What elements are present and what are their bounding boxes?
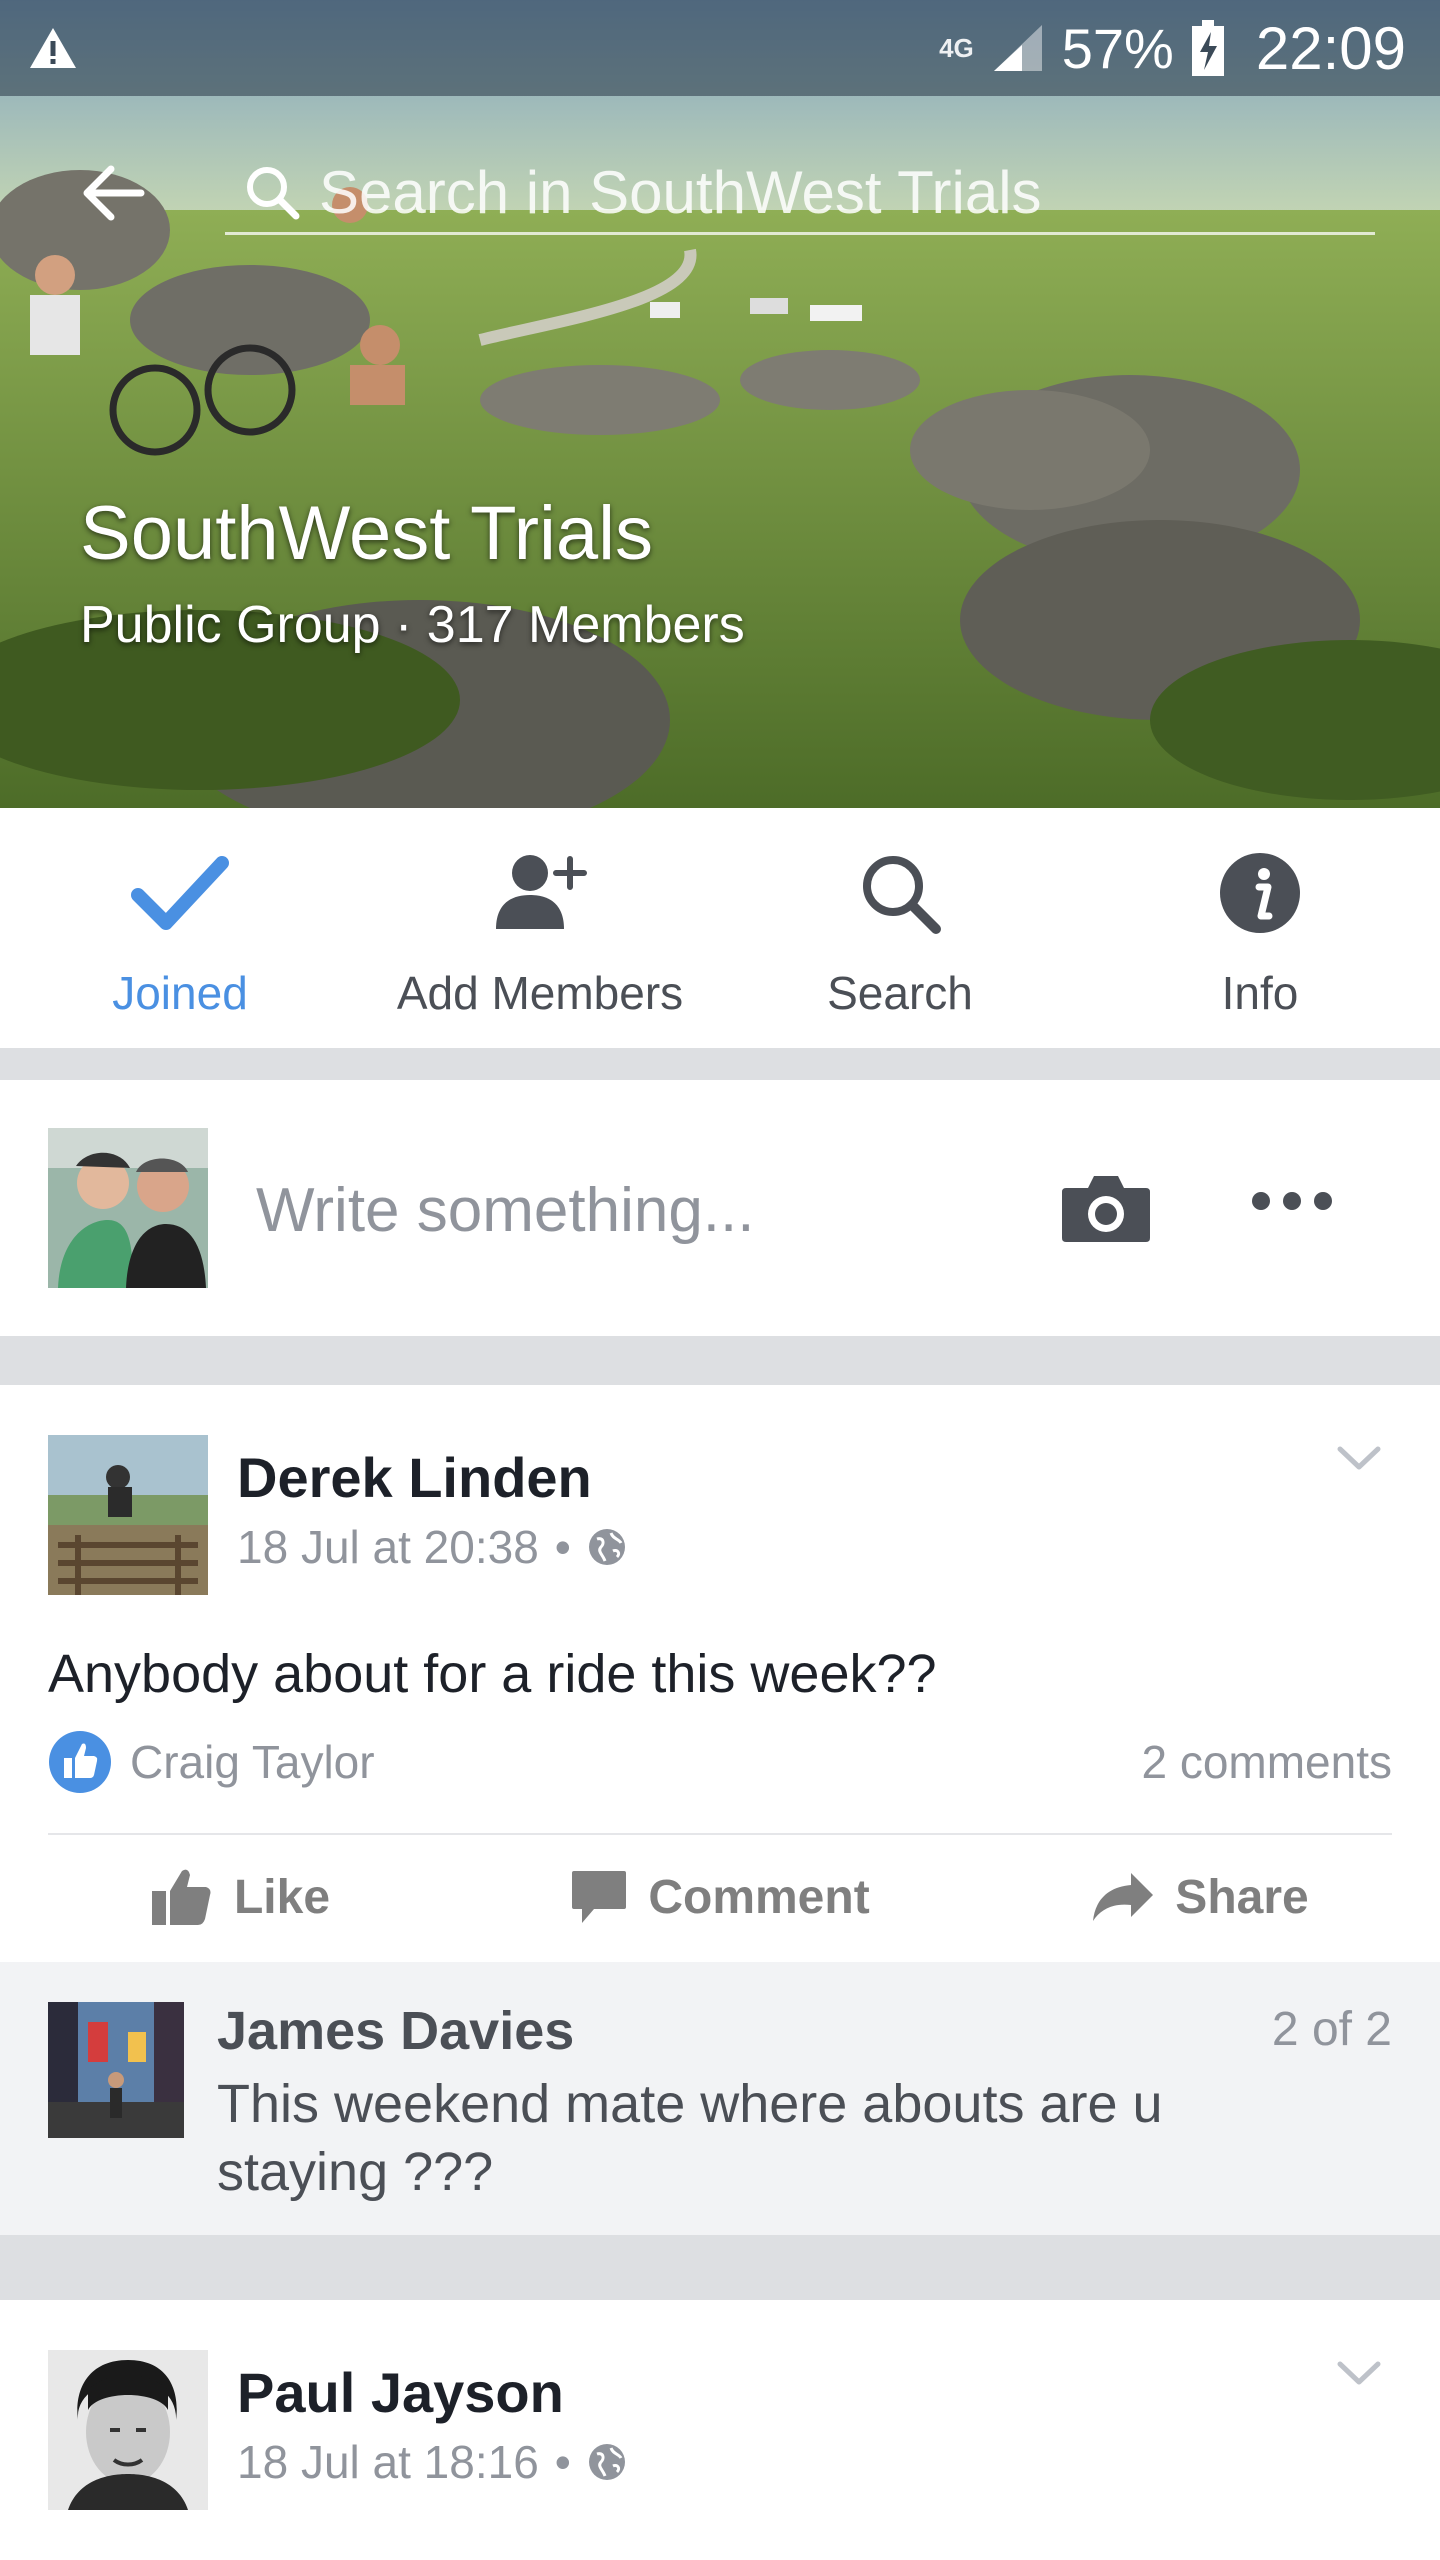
network-indicator: 4G (939, 33, 974, 63)
joined-button[interactable]: Joined (0, 808, 360, 1048)
add-members-button[interactable]: Add Members (360, 808, 720, 1048)
group-subtitle[interactable]: Public Group · 317 Members (80, 595, 745, 655)
top-bar: Search in SouthWest Trials (0, 130, 1440, 250)
group-cover: 4G 57% 22:09 Search in SouthWest Trials … (0, 0, 1440, 808)
info-button[interactable]: Info (1080, 808, 1440, 1048)
post-author[interactable]: Paul Jayson (237, 2360, 564, 2425)
commenter-name[interactable]: James Davies (217, 2000, 574, 2062)
like-label: Like (233, 1870, 331, 1924)
search-label: Search (827, 967, 973, 1019)
post-author[interactable]: Derek Linden (237, 1445, 592, 1510)
add-person-icon (492, 848, 588, 938)
cover-photo (0, 0, 1440, 808)
reactions-summary[interactable]: Craig Taylor (48, 1730, 375, 1794)
divider (48, 1833, 1392, 1835)
write-something-input[interactable]: Write something... (256, 1175, 754, 1246)
warning-icon (28, 26, 78, 75)
checkmark-icon (130, 848, 230, 938)
post-composer: Write something... (0, 1080, 1440, 1336)
chevron-down-icon[interactable] (1336, 1445, 1382, 1478)
chevron-down-icon[interactable] (1336, 2360, 1382, 2393)
comment-text: This weekend mate where abouts are u sta… (217, 2074, 1163, 2202)
search-button[interactable]: Search (720, 808, 1080, 1048)
camera-icon[interactable] (1060, 1172, 1152, 1249)
commenter-avatar[interactable] (48, 2002, 184, 2138)
more-options-icon[interactable] (1250, 1190, 1334, 1217)
like-reaction-icon (49, 1731, 111, 1793)
battery-percent: 57% (1061, 16, 1174, 80)
battery-charging-icon (1191, 20, 1224, 76)
author-avatar[interactable] (48, 2350, 208, 2510)
feed-post: Paul Jayson 18 Jul at 18:16 • (0, 2300, 1440, 2560)
back-button[interactable] (72, 158, 152, 228)
post-timestamp[interactable]: 18 Jul at 20:38 (237, 1520, 539, 1574)
group-search-input[interactable]: Search in SouthWest Trials (225, 152, 1375, 235)
author-avatar[interactable] (48, 1435, 208, 1595)
thumbs-up-icon (151, 1869, 211, 1925)
joined-label: Joined (112, 967, 248, 1019)
back-arrow-icon (83, 165, 145, 221)
share-arrow-icon (1093, 1873, 1154, 1921)
share-button[interactable]: Share (960, 1837, 1440, 1957)
user-avatar[interactable] (48, 1128, 208, 1288)
search-icon (237, 164, 307, 220)
share-label: Share (1175, 1870, 1309, 1924)
like-button[interactable]: Like (0, 1837, 480, 1957)
post-action-bar: Like Comment Share (0, 1837, 1440, 1957)
info-label: Info (1221, 967, 1299, 1019)
feed-post: Derek Linden 18 Jul at 20:38 • Anybody a… (0, 1385, 1440, 1962)
post-meta: 18 Jul at 18:16 • (237, 2435, 627, 2489)
comment-icon (572, 1871, 627, 1923)
search-placeholder: Search in SouthWest Trials (319, 158, 1042, 226)
globe-icon (588, 2444, 625, 2480)
meta-separator: • (554, 1521, 571, 1573)
group-name[interactable]: SouthWest Trials (80, 490, 653, 577)
status-bar: 4G 57% 22:09 (0, 0, 1440, 96)
comment-label: Comment (648, 1870, 870, 1924)
clock: 22:09 (1255, 14, 1406, 82)
info-icon (1219, 848, 1301, 938)
group-actions: Joined Add Members Search Info (0, 808, 1440, 1048)
post-timestamp[interactable]: 18 Jul at 18:16 (237, 2435, 539, 2489)
comments-count[interactable]: 2 comments (1141, 1735, 1392, 1789)
globe-icon (588, 1529, 625, 1565)
comment-button[interactable]: Comment (480, 1837, 960, 1957)
comment-position: 2 of 2 (1271, 2003, 1392, 2056)
meta-separator: • (554, 2436, 571, 2488)
comment-preview[interactable]: James Davies 2 of 2 This weekend mate wh… (0, 1962, 1440, 2235)
add-members-label: Add Members (396, 967, 684, 1019)
post-meta: 18 Jul at 20:38 • (237, 1520, 627, 1574)
signal-icon (993, 25, 1042, 71)
search-icon (858, 848, 942, 938)
post-text: Anybody about for a ride this week?? (48, 1644, 937, 1704)
liked-by: Craig Taylor (130, 1736, 375, 1788)
